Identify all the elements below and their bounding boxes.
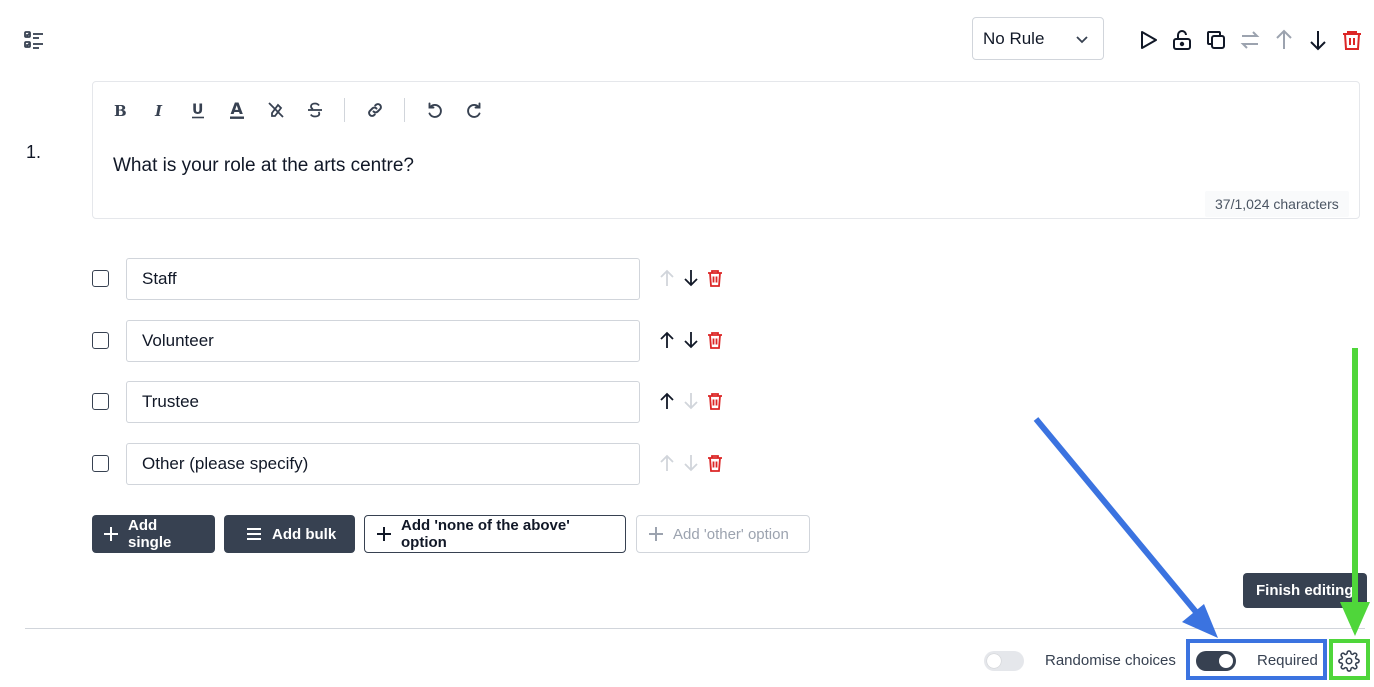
- bold-icon[interactable]: B: [110, 99, 130, 121]
- checklist-icon: [24, 30, 44, 50]
- choice-input[interactable]: Other (please specify): [126, 443, 640, 485]
- arrow-up-icon[interactable]: [658, 453, 676, 473]
- settings-highlight-box: [1329, 639, 1370, 680]
- choice-checkbox[interactable]: [92, 270, 109, 287]
- duplicate-icon[interactable]: [1204, 28, 1228, 52]
- arrow-down-icon[interactable]: [682, 391, 700, 411]
- text-color-icon[interactable]: A: [227, 99, 247, 121]
- choice-checkbox[interactable]: [92, 455, 109, 472]
- redo-icon[interactable]: [464, 99, 484, 121]
- arrow-down-icon[interactable]: [1306, 28, 1330, 52]
- trash-icon[interactable]: [706, 391, 724, 411]
- finish-editing-tooltip: Finish editing: [1243, 573, 1367, 608]
- arrow-up-icon[interactable]: [1272, 28, 1296, 52]
- arrow-down-icon[interactable]: [682, 330, 700, 350]
- format-toolbar: B I U A: [110, 98, 503, 122]
- choice-row: Staff: [92, 258, 732, 300]
- unlock-icon[interactable]: [1170, 28, 1194, 52]
- trash-icon[interactable]: [706, 268, 724, 288]
- footer-divider: [25, 628, 1365, 629]
- choice-checkbox[interactable]: [92, 332, 109, 349]
- choice-checkbox[interactable]: [92, 393, 109, 410]
- add-bulk-button[interactable]: Add bulk: [224, 515, 355, 553]
- italic-icon[interactable]: I: [149, 99, 169, 121]
- rule-select-value: No Rule: [983, 28, 1045, 48]
- svg-text:B: B: [114, 102, 127, 118]
- svg-text:A: A: [231, 100, 244, 118]
- trash-icon[interactable]: [706, 330, 724, 350]
- chevron-down-icon: [1075, 32, 1089, 46]
- trash-icon[interactable]: [1340, 28, 1364, 52]
- choice-row: Volunteer: [92, 320, 732, 362]
- plus-icon: [649, 527, 663, 541]
- arrow-up-icon[interactable]: [658, 330, 676, 350]
- swap-icon[interactable]: [1238, 28, 1262, 52]
- arrow-down-icon[interactable]: [682, 453, 700, 473]
- character-count: 37/1,024 characters: [1205, 191, 1349, 217]
- arrow-up-icon[interactable]: [658, 391, 676, 411]
- choice-input[interactable]: Volunteer: [126, 320, 640, 362]
- question-toolbar: [1136, 28, 1364, 52]
- add-other-option-label: Add 'other' option: [673, 525, 789, 543]
- required-highlight-box: [1186, 639, 1327, 680]
- plus-icon: [104, 527, 118, 541]
- add-none-option-button[interactable]: Add 'none of the above' option: [364, 515, 626, 553]
- question-number: 1.: [26, 142, 42, 162]
- choice-input[interactable]: Trustee: [126, 381, 640, 423]
- format-separator: [344, 98, 345, 122]
- arrow-down-icon[interactable]: [682, 268, 700, 288]
- randomise-choices-label: Randomise choices: [1045, 652, 1176, 669]
- link-icon[interactable]: [365, 99, 385, 121]
- svg-text:U: U: [192, 102, 203, 118]
- list-icon: [246, 527, 262, 541]
- add-single-button[interactable]: Add single: [92, 515, 215, 553]
- question-text[interactable]: What is your role at the arts centre?: [113, 155, 414, 177]
- add-bulk-label: Add bulk: [272, 525, 337, 543]
- add-none-option-label: Add 'none of the above' option: [401, 517, 570, 551]
- trash-icon[interactable]: [706, 453, 724, 473]
- underline-icon[interactable]: U: [188, 99, 208, 121]
- arrow-up-icon[interactable]: [658, 268, 676, 288]
- plus-icon: [377, 527, 391, 541]
- randomise-choices-toggle[interactable]: [984, 651, 1024, 671]
- strikethrough-icon[interactable]: [305, 99, 325, 121]
- play-icon[interactable]: [1136, 28, 1160, 52]
- undo-icon[interactable]: [425, 99, 445, 121]
- choice-row: Trustee: [92, 381, 732, 423]
- choice-row: Other (please specify): [92, 443, 732, 485]
- add-other-option-button[interactable]: Add 'other' option: [636, 515, 810, 553]
- choice-input[interactable]: Staff: [126, 258, 640, 300]
- svg-text:I: I: [154, 102, 163, 118]
- format-separator: [404, 98, 405, 122]
- rule-select[interactable]: No Rule: [972, 17, 1104, 60]
- highlight-off-icon[interactable]: [266, 99, 286, 121]
- add-single-label: Add single: [128, 517, 172, 551]
